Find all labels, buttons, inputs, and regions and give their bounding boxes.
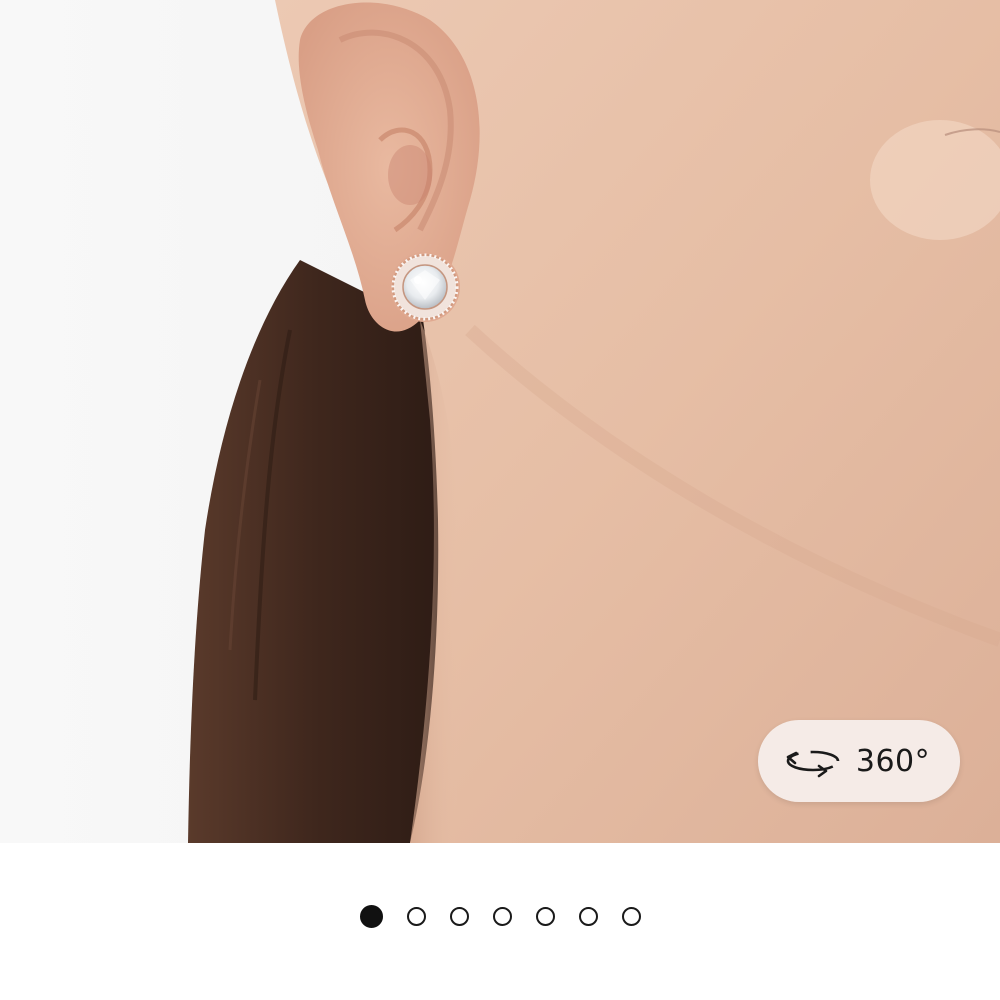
- pagination-dot-6[interactable]: [578, 906, 598, 926]
- product-photo[interactable]: [0, 0, 1000, 843]
- product-gallery-screen: 360°: [0, 0, 1000, 1000]
- rotate-360-icon: [784, 744, 842, 778]
- view-360-label: 360°: [855, 743, 931, 779]
- pagination-dot-4[interactable]: [492, 906, 512, 926]
- pagination-dot-2[interactable]: [406, 906, 426, 926]
- gallery-pagination: [0, 896, 1000, 936]
- view-360-button[interactable]: 360°: [758, 720, 960, 802]
- pagination-dot-5[interactable]: [535, 906, 555, 926]
- pagination-dot-1[interactable]: [359, 904, 383, 928]
- pagination-dot-3[interactable]: [449, 906, 469, 926]
- pagination-dot-7[interactable]: [621, 906, 641, 926]
- earring: [390, 252, 460, 322]
